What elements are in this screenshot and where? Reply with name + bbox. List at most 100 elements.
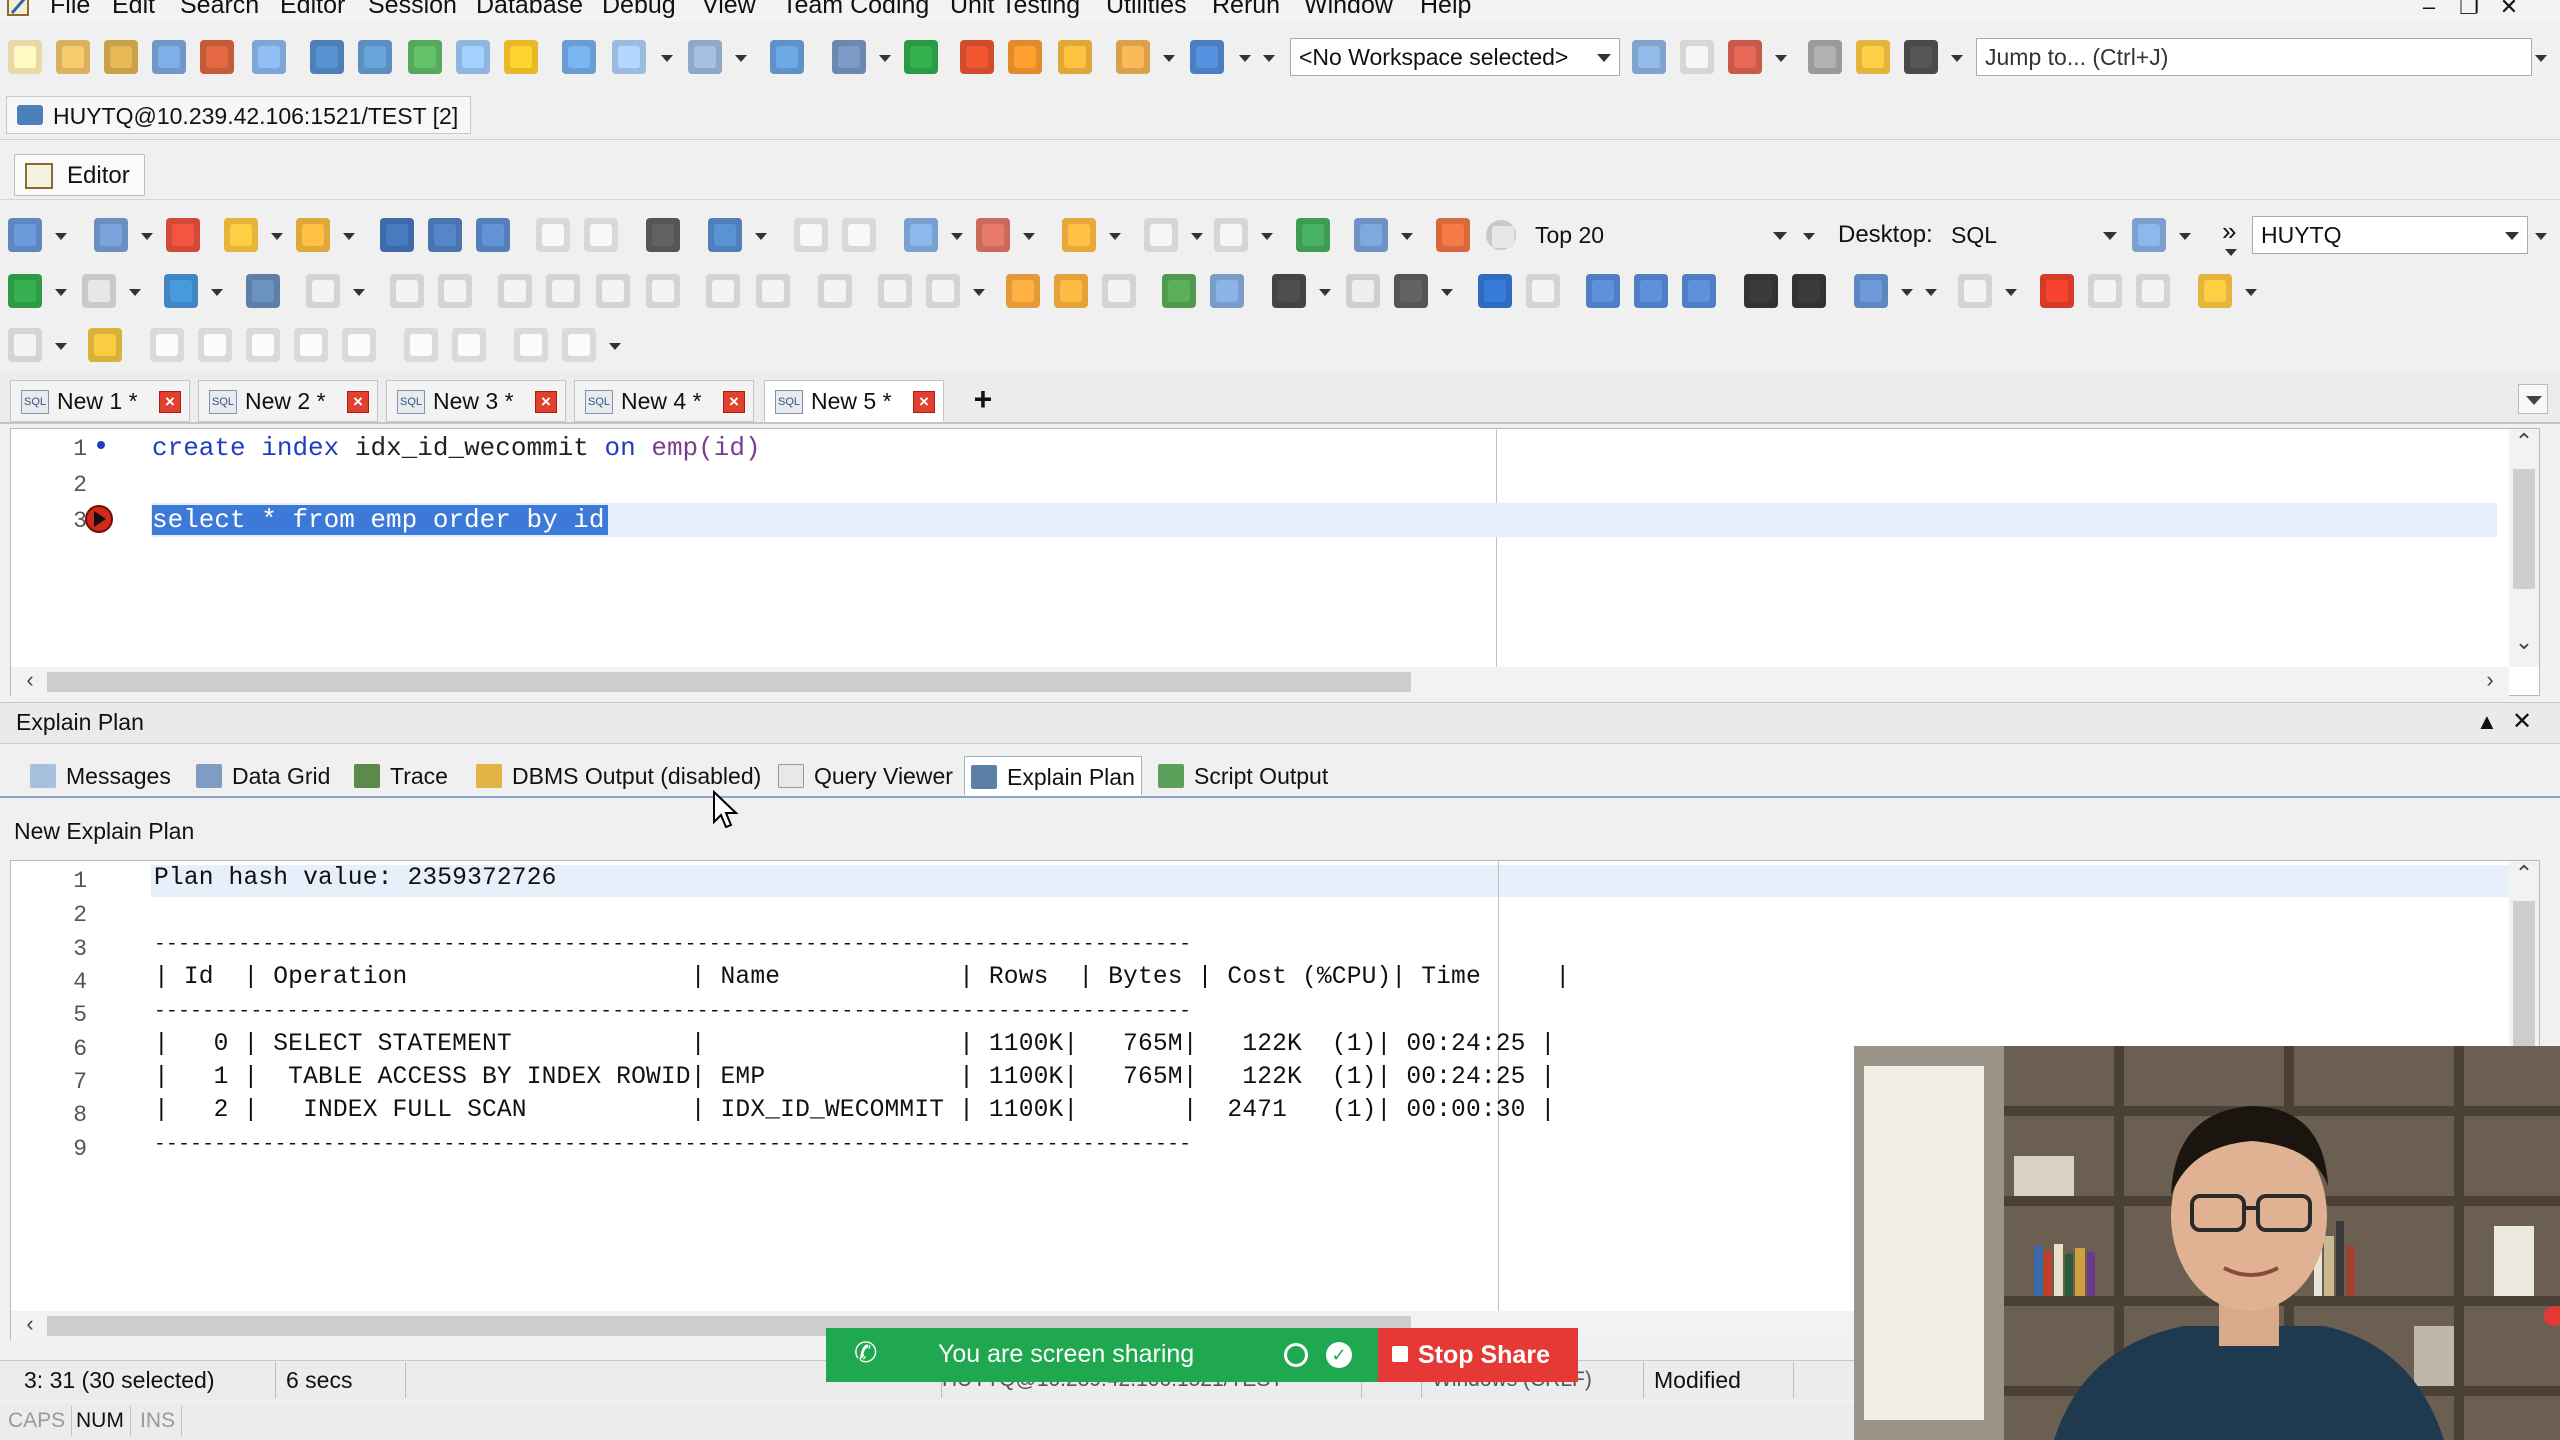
lightning-icon[interactable] <box>504 40 538 74</box>
pointer-icon[interactable] <box>8 328 42 362</box>
workspace-remove-icon[interactable] <box>1728 40 1762 74</box>
window-icon[interactable] <box>252 40 286 74</box>
back-dropdown-icon[interactable] <box>1190 218 1203 252</box>
scroll-up-icon[interactable]: ⌃ <box>2509 861 2539 887</box>
schema-extra-dropdown-icon[interactable] <box>2534 218 2547 252</box>
grid-remove-dropdown-icon[interactable] <box>1022 218 1035 252</box>
sql-optimizer-icon[interactable] <box>1354 218 1388 252</box>
tab-query-viewer[interactable]: Query Viewer <box>772 756 953 796</box>
image-dropdown-icon[interactable] <box>608 328 621 362</box>
find-dropdown-icon[interactable] <box>1318 274 1331 308</box>
more-dropdown-icon[interactable] <box>1262 40 1275 74</box>
compare-icon[interactable] <box>1210 274 1244 308</box>
sql-editor[interactable]: 1 2 3 create index idx_id_wecommit on em… <box>10 428 2540 697</box>
explain-icon[interactable] <box>246 274 280 308</box>
menu-view[interactable]: View <box>702 0 756 20</box>
tab-data-grid[interactable]: Data Grid <box>190 756 330 796</box>
tab-script-output[interactable]: Script Output <box>1152 756 1328 796</box>
find-icon[interactable] <box>1272 274 1306 308</box>
menu-rerun[interactable]: Rerun <box>1212 0 1280 20</box>
run-script-icon[interactable] <box>904 40 938 74</box>
load-watch-icon[interactable] <box>342 328 376 362</box>
user-orange-icon[interactable] <box>1008 40 1042 74</box>
plsql-dropdown-icon[interactable] <box>878 40 891 74</box>
code-more-dropdown-icon[interactable] <box>1924 274 1937 308</box>
schema-select[interactable]: HUYTQ <box>2252 216 2528 254</box>
workspace-icon[interactable] <box>1632 40 1666 74</box>
pointer-dropdown-icon[interactable] <box>54 328 67 362</box>
execute-script-icon[interactable] <box>82 274 116 308</box>
new-explain-plan-label[interactable]: New Explain Plan <box>14 818 194 845</box>
find-next-icon[interactable] <box>1346 274 1380 308</box>
user-help-icon[interactable] <box>1058 40 1092 74</box>
capitalize-icon[interactable] <box>1682 274 1716 308</box>
ungroup-icon[interactable] <box>1054 274 1088 308</box>
execute-icon[interactable] <box>8 274 42 308</box>
tab-new-2[interactable]: SQL New 2 * × <box>198 380 378 422</box>
sql-file-icon[interactable] <box>94 218 128 252</box>
zoom-icon[interactable] <box>1486 220 1516 250</box>
network-icon[interactable] <box>688 40 722 74</box>
menu-editor[interactable]: Editor <box>280 0 345 20</box>
record-macro-icon[interactable] <box>2040 274 2074 308</box>
menu-window[interactable]: Window <box>1304 0 1393 20</box>
outdent-icon[interactable] <box>1792 274 1826 308</box>
tab-new-4[interactable]: SQL New 4 * × <box>574 380 754 422</box>
connection-tab[interactable]: HUYTQ@10.239.42.106:1521/TEST [2] <box>6 96 472 134</box>
connect-icon[interactable] <box>8 218 42 252</box>
jump-to-input[interactable]: Jump to... (Ctrl+J) <box>1976 38 2532 76</box>
hierarchy-icon[interactable] <box>514 328 548 362</box>
clear-watch-icon[interactable] <box>198 328 232 362</box>
menu-unit-testing[interactable]: Unit Testing <box>950 0 1080 20</box>
schema-browser-icon[interactable] <box>56 40 90 74</box>
format-dropdown-icon[interactable] <box>754 218 767 252</box>
menu-utilities[interactable]: Utilities <box>1106 0 1187 20</box>
execute-dropdown-icon[interactable] <box>54 274 67 308</box>
table-icon[interactable] <box>310 40 344 74</box>
desktop-options-dropdown-icon[interactable] <box>2178 218 2191 252</box>
network-dropdown-icon[interactable] <box>734 40 747 74</box>
debug-icon[interactable] <box>306 274 340 308</box>
forward-icon[interactable] <box>1214 218 1248 252</box>
play-macro-icon[interactable] <box>2088 274 2122 308</box>
save-all-icon[interactable] <box>476 218 510 252</box>
redo-icon[interactable] <box>1526 274 1560 308</box>
indent-icon[interactable] <box>1744 274 1778 308</box>
top-rows-select[interactable]: Top 20 <box>1526 216 1796 254</box>
run-to-cursor-icon[interactable] <box>646 274 680 308</box>
new-editor-icon[interactable] <box>8 40 42 74</box>
step-out-icon[interactable] <box>596 274 630 308</box>
macro-list-icon[interactable] <box>2136 274 2170 308</box>
tab-messages[interactable]: Messages <box>24 756 171 796</box>
close-tab-icon[interactable]: × <box>347 391 369 413</box>
add-watch-icon[interactable] <box>150 328 184 362</box>
chat-icon[interactable] <box>1856 40 1890 74</box>
paste-icon[interactable] <box>794 218 828 252</box>
breakpoint-icon[interactable] <box>390 274 424 308</box>
layout-dropdown-icon[interactable] <box>660 40 673 74</box>
sql-file-dropdown-icon[interactable] <box>140 218 153 252</box>
editor-vscroll-thumb[interactable] <box>2513 469 2535 589</box>
tab-list-dropdown-icon[interactable] <box>2518 384 2548 414</box>
trace-dropdown-icon[interactable] <box>972 274 985 308</box>
workspace-select[interactable]: <No Workspace selected> <box>1290 38 1620 76</box>
parentheses-icon[interactable] <box>438 274 472 308</box>
chevron-more-dropdown-icon[interactable] <box>2224 234 2237 268</box>
lowercase-icon[interactable] <box>1634 274 1668 308</box>
checklist-icon[interactable] <box>1162 274 1196 308</box>
pin-icon[interactable]: ▲ <box>2476 709 2498 735</box>
tab-new-1[interactable]: SQL New 1 * × <box>10 380 190 422</box>
tools-dropdown-icon[interactable] <box>1238 40 1251 74</box>
layout-panel-icon[interactable] <box>1102 274 1136 308</box>
history-icon[interactable] <box>1436 218 1470 252</box>
export-data-dropdown-icon[interactable] <box>1108 218 1121 252</box>
tools-icon[interactable] <box>1190 40 1224 74</box>
clipboard-icon[interactable] <box>1808 40 1842 74</box>
grid-icon[interactable] <box>904 218 938 252</box>
sql-tuning-icon[interactable] <box>200 40 234 74</box>
step-icon[interactable] <box>164 274 198 308</box>
image-icon[interactable] <box>562 328 596 362</box>
top-rows-extra-dropdown-icon[interactable] <box>1802 218 1815 252</box>
scroll-left-icon[interactable]: ‹ <box>15 667 45 693</box>
forward-dropdown-icon[interactable] <box>1260 218 1273 252</box>
